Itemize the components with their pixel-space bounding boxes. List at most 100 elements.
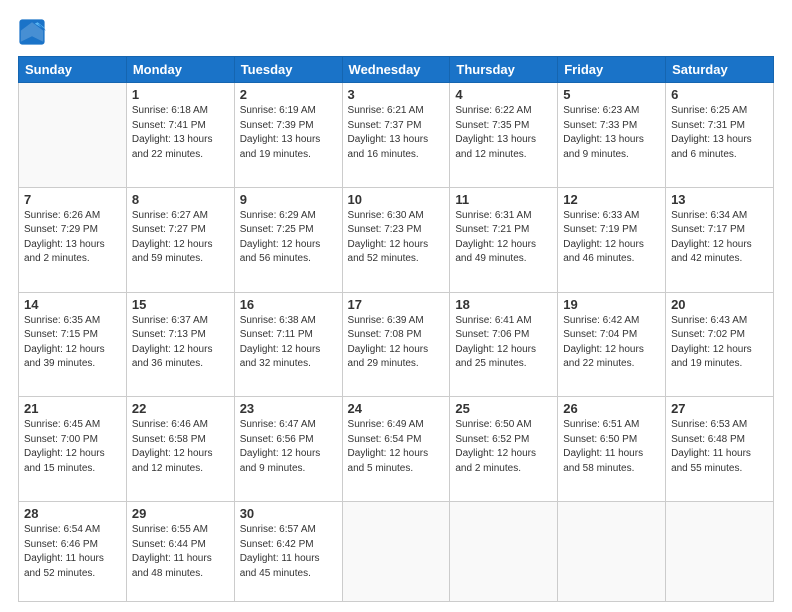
day-info: Sunrise: 6:42 AM Sunset: 7:04 PM Dayligh… [563,314,660,372]
calendar-cell: 2 Sunrise: 6:19 AM Sunset: 7:39 PM Daylig… [234,83,342,188]
day-info: Sunrise: 6:54 AM Sunset: 6:46 PM Dayligh… [24,523,121,581]
day-info: Sunrise: 6:57 AM Sunset: 6:42 PM Dayligh… [240,523,337,581]
day-number: 7 [24,192,121,207]
calendar-cell: 25 Sunrise: 6:50 AM Sunset: 6:52 PM Dayli… [450,397,558,502]
day-number: 22 [132,401,229,416]
day-number: 23 [240,401,337,416]
day-info: Sunrise: 6:39 AM Sunset: 7:08 PM Dayligh… [348,314,445,372]
day-number: 14 [24,297,121,312]
day-number: 4 [455,87,552,102]
calendar-cell: 9 Sunrise: 6:29 AM Sunset: 7:25 PM Daylig… [234,187,342,292]
calendar-cell: 27 Sunrise: 6:53 AM Sunset: 6:48 PM Dayli… [666,397,774,502]
weekday-header-row: SundayMondayTuesdayWednesdayThursdayFrid… [19,57,774,83]
header [18,18,774,46]
day-number: 2 [240,87,337,102]
calendar-cell: 3 Sunrise: 6:21 AM Sunset: 7:37 PM Daylig… [342,83,450,188]
day-info: Sunrise: 6:45 AM Sunset: 7:00 PM Dayligh… [24,418,121,476]
calendar-cell: 23 Sunrise: 6:47 AM Sunset: 6:56 PM Dayli… [234,397,342,502]
day-info: Sunrise: 6:35 AM Sunset: 7:15 PM Dayligh… [24,314,121,372]
calendar-cell: 19 Sunrise: 6:42 AM Sunset: 7:04 PM Dayli… [558,292,666,397]
day-number: 8 [132,192,229,207]
day-info: Sunrise: 6:27 AM Sunset: 7:27 PM Dayligh… [132,209,229,267]
day-number: 1 [132,87,229,102]
day-info: Sunrise: 6:37 AM Sunset: 7:13 PM Dayligh… [132,314,229,372]
day-number: 10 [348,192,445,207]
calendar-cell: 30 Sunrise: 6:57 AM Sunset: 6:42 PM Dayli… [234,502,342,602]
day-number: 12 [563,192,660,207]
calendar-cell: 20Sunrise: 6:43 AM Sunset: 7:02 PM Dayli… [666,292,774,397]
day-number: 13 [671,192,768,207]
calendar-cell: 24 Sunrise: 6:49 AM Sunset: 6:54 PM Dayli… [342,397,450,502]
day-info: Sunrise: 6:55 AM Sunset: 6:44 PM Dayligh… [132,523,229,581]
calendar-cell: 26 Sunrise: 6:51 AM Sunset: 6:50 PM Dayli… [558,397,666,502]
calendar-cell: 10Sunrise: 6:30 AM Sunset: 7:23 PM Dayli… [342,187,450,292]
calendar-cell: 18 Sunrise: 6:41 AM Sunset: 7:06 PM Dayli… [450,292,558,397]
day-info: Sunrise: 6:49 AM Sunset: 6:54 PM Dayligh… [348,418,445,476]
day-info: Sunrise: 6:26 AM Sunset: 7:29 PM Dayligh… [24,209,121,267]
day-number: 16 [240,297,337,312]
day-info: Sunrise: 6:38 AM Sunset: 7:11 PM Dayligh… [240,314,337,372]
week-row-4: 28 Sunrise: 6:54 AM Sunset: 6:46 PM Dayli… [19,502,774,602]
day-info: Sunrise: 6:41 AM Sunset: 7:06 PM Dayligh… [455,314,552,372]
day-info: Sunrise: 6:18 AM Sunset: 7:41 PM Dayligh… [132,104,229,162]
day-info: Sunrise: 6:50 AM Sunset: 6:52 PM Dayligh… [455,418,552,476]
page: SundayMondayTuesdayWednesdayThursdayFrid… [0,0,792,612]
day-info: Sunrise: 6:34 AM Sunset: 7:17 PM Dayligh… [671,209,768,267]
weekday-header-friday: Friday [558,57,666,83]
calendar-table: SundayMondayTuesdayWednesdayThursdayFrid… [18,56,774,602]
weekday-header-tuesday: Tuesday [234,57,342,83]
day-info: Sunrise: 6:23 AM Sunset: 7:33 PM Dayligh… [563,104,660,162]
day-number: 21 [24,401,121,416]
day-number: 30 [240,506,337,521]
day-info: Sunrise: 6:53 AM Sunset: 6:48 PM Dayligh… [671,418,768,476]
day-number: 26 [563,401,660,416]
day-number: 25 [455,401,552,416]
calendar-cell: 22 Sunrise: 6:46 AM Sunset: 6:58 PM Dayli… [126,397,234,502]
day-info: Sunrise: 6:22 AM Sunset: 7:35 PM Dayligh… [455,104,552,162]
calendar-cell: 5 Sunrise: 6:23 AM Sunset: 7:33 PM Daylig… [558,83,666,188]
calendar-cell [666,502,774,602]
logo [18,18,50,46]
day-info: Sunrise: 6:43 AM Sunset: 7:02 PM Dayligh… [671,314,768,372]
day-number: 6 [671,87,768,102]
calendar-cell [19,83,127,188]
weekday-header-wednesday: Wednesday [342,57,450,83]
day-number: 28 [24,506,121,521]
day-info: Sunrise: 6:51 AM Sunset: 6:50 PM Dayligh… [563,418,660,476]
day-info: Sunrise: 6:47 AM Sunset: 6:56 PM Dayligh… [240,418,337,476]
calendar-cell: 29 Sunrise: 6:55 AM Sunset: 6:44 PM Dayli… [126,502,234,602]
day-number: 24 [348,401,445,416]
calendar-cell: 21 Sunrise: 6:45 AM Sunset: 7:00 PM Dayli… [19,397,127,502]
logo-icon [18,18,46,46]
calendar-cell: 16 Sunrise: 6:38 AM Sunset: 7:11 PM Dayli… [234,292,342,397]
calendar-cell: 1 Sunrise: 6:18 AM Sunset: 7:41 PM Daylig… [126,83,234,188]
day-info: Sunrise: 6:31 AM Sunset: 7:21 PM Dayligh… [455,209,552,267]
calendar-cell: 17Sunrise: 6:39 AM Sunset: 7:08 PM Dayli… [342,292,450,397]
calendar-cell: 12Sunrise: 6:33 AM Sunset: 7:19 PM Dayli… [558,187,666,292]
week-row-0: 1 Sunrise: 6:18 AM Sunset: 7:41 PM Daylig… [19,83,774,188]
day-info: Sunrise: 6:19 AM Sunset: 7:39 PM Dayligh… [240,104,337,162]
day-info: Sunrise: 6:29 AM Sunset: 7:25 PM Dayligh… [240,209,337,267]
day-number: 18 [455,297,552,312]
day-number: 3 [348,87,445,102]
day-number: 5 [563,87,660,102]
day-info: Sunrise: 6:25 AM Sunset: 7:31 PM Dayligh… [671,104,768,162]
day-number: 29 [132,506,229,521]
calendar-cell: 15 Sunrise: 6:37 AM Sunset: 7:13 PM Dayli… [126,292,234,397]
calendar-cell: 8 Sunrise: 6:27 AM Sunset: 7:27 PM Daylig… [126,187,234,292]
day-number: 11 [455,192,552,207]
day-number: 19 [563,297,660,312]
calendar-cell: 7 Sunrise: 6:26 AM Sunset: 7:29 PM Daylig… [19,187,127,292]
calendar-cell: 6 Sunrise: 6:25 AM Sunset: 7:31 PM Daylig… [666,83,774,188]
day-info: Sunrise: 6:21 AM Sunset: 7:37 PM Dayligh… [348,104,445,162]
weekday-header-sunday: Sunday [19,57,127,83]
day-number: 27 [671,401,768,416]
week-row-3: 21 Sunrise: 6:45 AM Sunset: 7:00 PM Dayli… [19,397,774,502]
calendar-cell: 4 Sunrise: 6:22 AM Sunset: 7:35 PM Daylig… [450,83,558,188]
weekday-header-monday: Monday [126,57,234,83]
calendar-cell: 11 Sunrise: 6:31 AM Sunset: 7:21 PM Dayli… [450,187,558,292]
day-number: 9 [240,192,337,207]
day-number: 15 [132,297,229,312]
day-info: Sunrise: 6:46 AM Sunset: 6:58 PM Dayligh… [132,418,229,476]
calendar-cell: 13 Sunrise: 6:34 AM Sunset: 7:17 PM Dayli… [666,187,774,292]
